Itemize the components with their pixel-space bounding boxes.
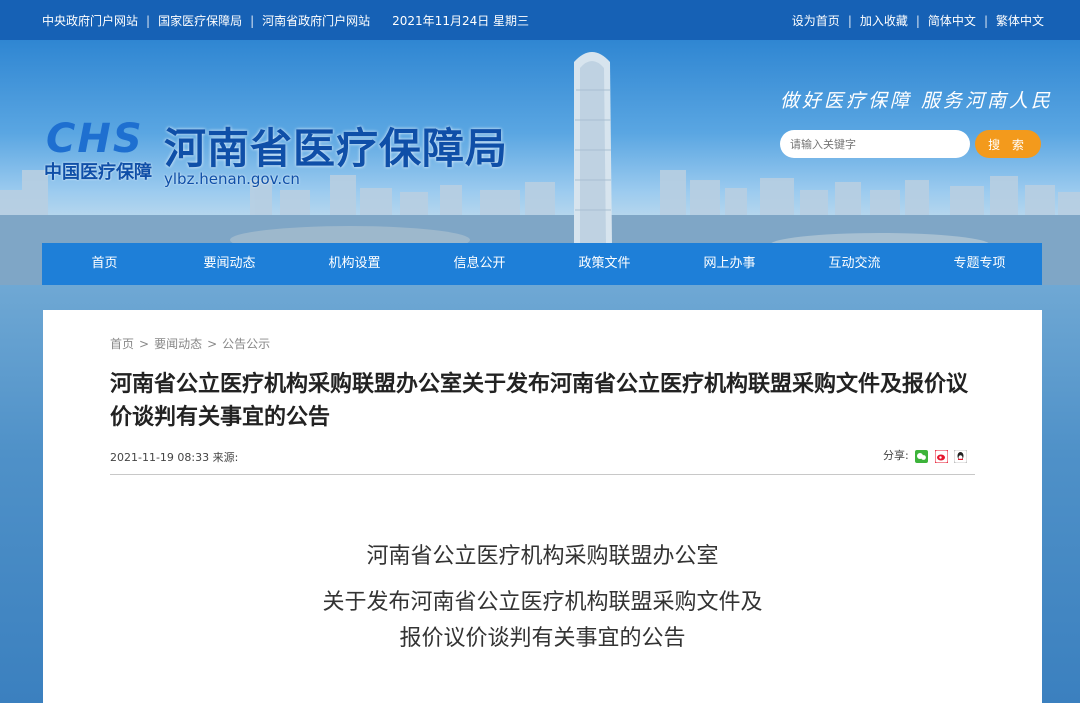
site-title: 河南省医疗保障局 — [164, 124, 509, 173]
top-bar: 中央政府门户网站 | 国家医疗保障局 | 河南省政府门户网站 2021年11月24日 星期… — [0, 0, 1080, 40]
add-favorite-link[interactable]: 加入收藏 — [860, 14, 908, 28]
site-url: ylbz.henan.gov.cn — [164, 170, 300, 188]
nav-online-services[interactable]: 网上办事 — [667, 243, 792, 285]
search-input[interactable] — [780, 130, 970, 158]
breadcrumb-separator: > — [207, 337, 218, 351]
link-nhsa[interactable]: 国家医疗保障局 — [158, 14, 242, 28]
nav-home[interactable]: 首页 — [42, 243, 167, 285]
link-henan-gov[interactable]: 河南省政府门户网站 — [262, 14, 370, 28]
body-line-3: 报价议价谈判有关事宜的公告 — [399, 626, 686, 651]
traditional-chinese-link[interactable]: 繁体中文 — [996, 14, 1044, 28]
logo-chinese-name: 中国医疗保障 — [44, 162, 152, 183]
simplified-chinese-link[interactable]: 简体中文 — [928, 14, 976, 28]
current-date: 2021年11月24日 星期三 — [392, 14, 530, 28]
share-label: 分享: — [883, 449, 909, 462]
nav-info-disclosure[interactable]: 信息公开 — [417, 243, 542, 285]
top-links-right: 设为首页 | 加入收藏 | 简体中文 | 繁体中文 — [791, 14, 1044, 28]
nav-interaction[interactable]: 互动交流 — [792, 243, 917, 285]
slogan: 做好医疗保障 服务河南人民 — [780, 90, 1054, 112]
nav-news[interactable]: 要闻动态 — [167, 243, 292, 285]
nav-policy-documents[interactable]: 政策文件 — [542, 243, 667, 285]
weibo-share-icon[interactable] — [934, 449, 948, 463]
link-central-gov[interactable]: 中央政府门户网站 — [42, 14, 138, 28]
breadcrumb-separator: > — [139, 337, 150, 351]
set-homepage-link[interactable]: 设为首页 — [792, 14, 840, 28]
breadcrumb-notices[interactable]: 公告公示 — [222, 337, 270, 351]
nav-special-topics[interactable]: 专题专项 — [917, 243, 1042, 285]
wechat-share-icon[interactable] — [915, 449, 929, 463]
article-title: 河南省公立医疗机构采购联盟办公室关于发布河南省公立医疗机构联盟采购文件及报价议价… — [110, 372, 969, 430]
top-links-left: 中央政府门户网站 | 国家医疗保障局 | 河南省政府门户网站 2021年11月24日 星期… — [42, 14, 530, 28]
search-button[interactable]: 搜 索 — [975, 130, 1041, 158]
breadcrumb-home[interactable]: 首页 — [110, 337, 134, 351]
breadcrumb-news[interactable]: 要闻动态 — [154, 337, 202, 351]
body-line-1: 河南省公立医疗机构采购联盟办公室 — [366, 544, 719, 569]
main-nav: 首页 要闻动态 机构设置 信息公开 政策文件 网上办事 互动交流 专题专项 — [42, 243, 1042, 285]
svg-text:CHS: CHS — [46, 118, 144, 158]
title-divider — [110, 474, 975, 475]
qq-share-icon[interactable] — [954, 449, 968, 463]
article-meta: 2021-11-19 08:33 来源: — [110, 451, 239, 464]
chs-logo-icon: CHS — [46, 118, 144, 158]
body-line-2: 关于发布河南省公立医疗机构联盟采购文件及 — [322, 590, 763, 615]
nav-organization[interactable]: 机构设置 — [292, 243, 417, 285]
share-bar: 分享: — [883, 447, 968, 463]
breadcrumb: 首页 > 要闻动态 > 公告公示 — [110, 335, 270, 352]
